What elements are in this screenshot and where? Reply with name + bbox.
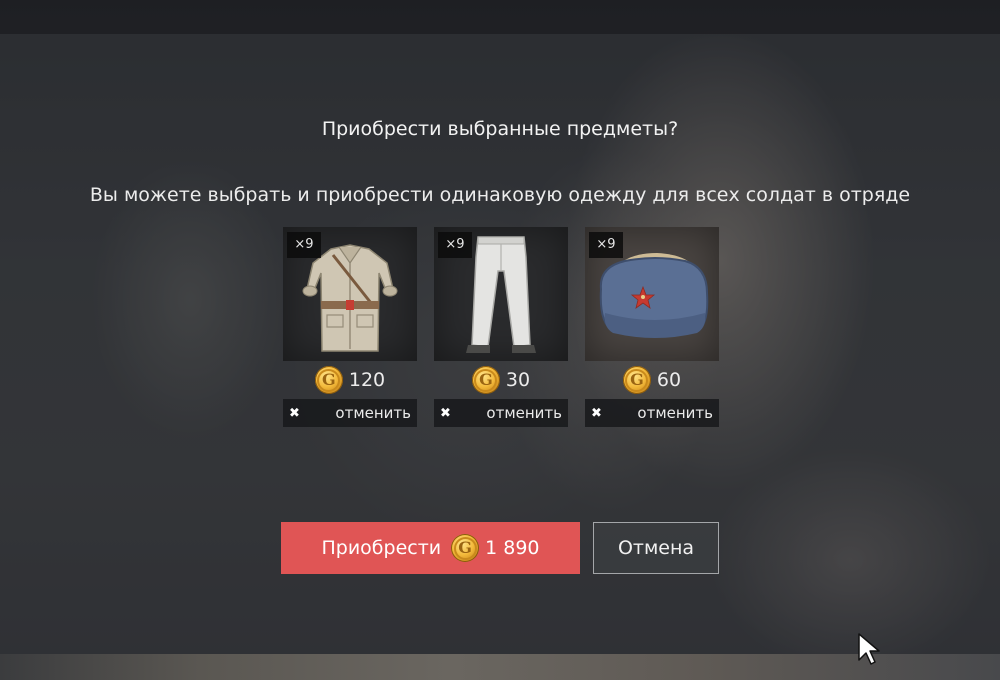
buy-total: 1 890 <box>485 537 540 559</box>
item-price: G 30 <box>434 361 568 399</box>
coin-symbol: G <box>625 368 649 392</box>
cancel-item-label: отменить <box>486 404 562 422</box>
screen: Приобрести выбранные предметы? Вы можете… <box>0 0 1000 680</box>
cancel-item-label: отменить <box>637 404 713 422</box>
price-value: 120 <box>348 369 386 391</box>
item-thumbnail[interactable]: ×9 <box>434 227 568 361</box>
cancel-item-label: отменить <box>335 404 411 422</box>
item-thumbnail[interactable]: ×9 <box>283 227 417 361</box>
cancel-item-button[interactable]: ✖ отменить <box>283 399 417 427</box>
cancel-item-button[interactable]: ✖ отменить <box>434 399 568 427</box>
dialog-subtitle: Вы можете выбрать и приобрести одинакову… <box>89 184 911 206</box>
gold-coin-icon: G <box>622 366 651 394</box>
gold-coin-icon: G <box>451 534 480 562</box>
top-bar <box>0 0 1000 34</box>
close-icon: ✖ <box>289 405 300 421</box>
gold-coin-icon: G <box>314 366 343 394</box>
bottom-bar <box>0 654 1000 680</box>
mouse-cursor-icon <box>858 633 880 665</box>
price-value: 60 <box>656 369 682 391</box>
purchase-item-trousers: ×9 G 30 ✖ отменить <box>434 227 568 427</box>
item-price: G 120 <box>283 361 417 399</box>
price-value: 30 <box>505 369 531 391</box>
quantity-badge: ×9 <box>438 232 472 258</box>
dialog-title: Приобрести выбранные предметы? <box>321 118 679 140</box>
quantity-badge: ×9 <box>589 232 623 258</box>
close-icon: ✖ <box>440 405 451 421</box>
coin-symbol: G <box>317 368 341 392</box>
item-thumbnail[interactable]: ×9 <box>585 227 719 361</box>
cancel-button[interactable]: Отмена <box>593 522 719 574</box>
quantity-badge: ×9 <box>287 232 321 258</box>
buy-button-label: Приобрести <box>321 537 442 559</box>
purchase-item-tunic: ×9 G 120 ✖ отменить <box>283 227 417 427</box>
coin-symbol: G <box>474 368 498 392</box>
purchase-item-ushanka: ×9 G 60 ✖ отменить <box>585 227 719 427</box>
gold-coin-icon: G <box>471 366 500 394</box>
item-price: G 60 <box>585 361 719 399</box>
close-icon: ✖ <box>591 405 602 421</box>
buy-button[interactable]: Приобрести G 1 890 <box>281 522 580 574</box>
cancel-item-button[interactable]: ✖ отменить <box>585 399 719 427</box>
coin-symbol: G <box>453 536 477 560</box>
